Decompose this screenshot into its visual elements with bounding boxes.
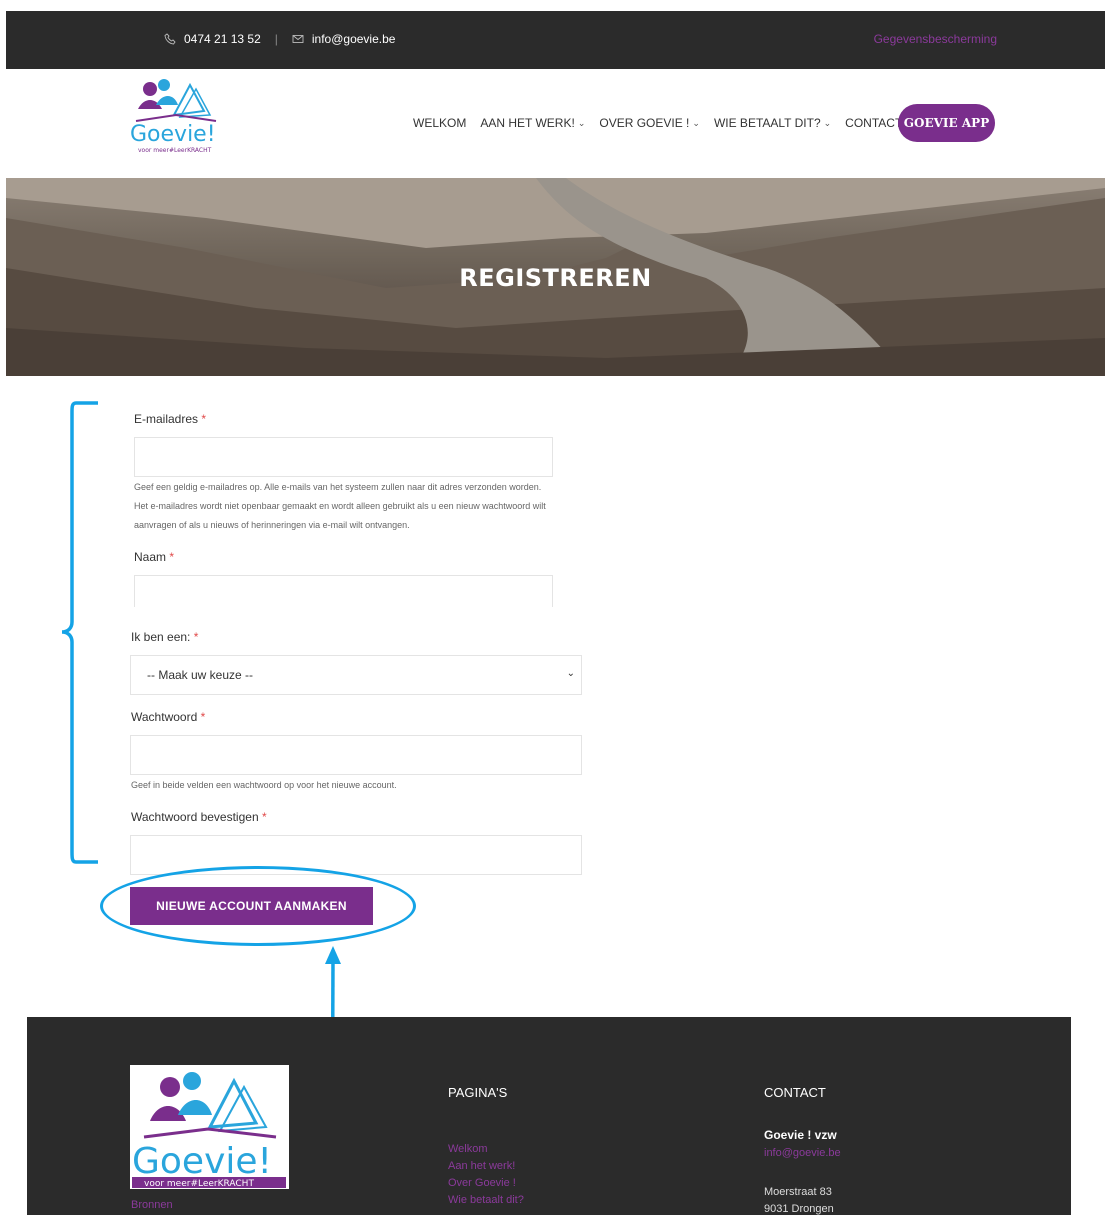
site-header: Goevie! voor meer#LeerKRACHT WELKOM AAN … [0, 69, 1105, 178]
email-label-text: E-mailadres [134, 412, 199, 426]
nav-welkom[interactable]: WELKOM [413, 116, 466, 130]
separator: | [274, 32, 278, 46]
required-mark: * [169, 550, 175, 564]
chevron-down-icon: ⌄ [692, 117, 700, 128]
email-link[interactable]: info@goevie.be [312, 32, 396, 46]
confirm-label-text: Wachtwoord bevestigen [131, 810, 259, 824]
required-mark: * [261, 810, 267, 824]
footer-link-welkom[interactable]: Welkom [448, 1141, 524, 1158]
nav-contact[interactable]: CONTACT [845, 116, 902, 130]
mail-icon [292, 35, 304, 43]
role-select[interactable]: -- Maak uw keuze -- ⌄ [130, 655, 582, 695]
goevie-logo[interactable]: Goevie! voor meer#LeerKRACHT [130, 75, 222, 155]
svg-text:Goevie!: Goevie! [130, 122, 216, 147]
password-label-text: Wachtwoord [131, 710, 198, 724]
role-selected-value: -- Maak uw keuze -- [147, 668, 254, 682]
address-line: Moerstraat 83 [764, 1186, 832, 1198]
required-mark: * [201, 412, 207, 426]
confirm-password-label: Wachtwoord bevestigen * [131, 810, 267, 824]
phone-icon [164, 33, 176, 45]
footer-pages-heading: PAGINA'S [448, 1085, 508, 1100]
chevron-down-icon: ⌄ [577, 117, 586, 128]
top-bar: 0474 21 13 52 | info@goevie.be Gegevensb… [6, 11, 1105, 69]
footer-pages-list: Welkom Aan het werk! Over Goevie ! Wie b… [448, 1141, 524, 1209]
site-footer: Goevie! voor meer#LeerKRACHT Bronnen PAG… [27, 1017, 1071, 1215]
nav-aan-het-werk[interactable]: AAN HET WERK! ⌄ [480, 116, 585, 130]
required-mark: * [200, 710, 206, 724]
email-help-text: Geef een geldig e-mailadres op. Alle e-m… [134, 482, 546, 530]
footer-link-wie-betaalt-dit[interactable]: Wie betaalt dit? [448, 1192, 524, 1209]
email-label: E-mailadres * [134, 412, 206, 426]
footer-logo[interactable]: Goevie! voor meer#LeerKRACHT [130, 1065, 289, 1189]
chevron-down-icon: ⌄ [823, 117, 832, 128]
nav-wie-betaalt-dit[interactable]: WIE BETAALT DIT? ⌄ [714, 116, 831, 130]
svg-text:Goevie!: Goevie! [132, 1141, 272, 1182]
nav-label: AAN HET WERK! [480, 116, 575, 130]
nav-over-goevie[interactable]: OVER GOEVIE ! ⌄ [599, 116, 700, 130]
org-address: Moerstraat 83 9031 Drongen [764, 1184, 834, 1215]
name-label: Naam * [134, 550, 174, 564]
role-label: Ik ben een: * [131, 630, 198, 644]
password-field[interactable] [130, 735, 582, 775]
role-label-text: Ik ben een: [131, 630, 191, 644]
goevie-logo: Goevie! voor meer#LeerKRACHT [132, 1072, 286, 1189]
org-email-link[interactable]: info@goevie.be [764, 1147, 841, 1159]
svg-text:voor meer#LeerKRACHT: voor meer#LeerKRACHT [144, 1179, 254, 1189]
email-field[interactable] [134, 437, 553, 477]
confirm-password-field[interactable] [130, 835, 582, 875]
nav-label: CONTACT [845, 116, 903, 130]
page-title: REGISTREREN [459, 264, 652, 292]
privacy-link[interactable]: Gegevensbescherming [874, 32, 997, 46]
nav-label: OVER GOEVIE ! [599, 116, 690, 130]
footer-link-aan-het-werk[interactable]: Aan het werk! [448, 1158, 524, 1175]
footer-contact-heading: CONTACT [764, 1085, 826, 1100]
goevie-app-button[interactable]: GOEVIE APP [898, 104, 995, 142]
topbar-contact: 0474 21 13 52 | info@goevie.be [164, 32, 395, 46]
nav-label: WELKOM [413, 116, 467, 130]
chevron-down-icon: ⌄ [566, 668, 575, 679]
footer-link-over-goevie[interactable]: Over Goevie ! [448, 1175, 524, 1192]
required-mark: * [193, 630, 199, 644]
create-account-button[interactable]: NIEUWE ACCOUNT AANMAKEN [130, 887, 373, 925]
bronnen-link[interactable]: Bronnen [131, 1199, 173, 1211]
svg-text:voor meer#LeerKRACHT: voor meer#LeerKRACHT [138, 147, 212, 154]
address-line: 9031 Drongen [764, 1203, 834, 1215]
main-nav: WELKOM AAN HET WERK! ⌄ OVER GOEVIE ! ⌄ W… [413, 116, 902, 130]
org-name: Goevie ! vzw [764, 1128, 837, 1142]
name-label-text: Naam [134, 550, 167, 564]
name-field[interactable] [134, 575, 553, 607]
nav-label: WIE BETAALT DIT? [713, 116, 821, 130]
password-help-text: Geef in beide velden een wachtwoord op v… [131, 780, 397, 790]
password-label: Wachtwoord * [131, 710, 205, 724]
phone-number[interactable]: 0474 21 13 52 [184, 32, 261, 46]
registration-form: E-mailadres * Geef een geldig e-mailadre… [0, 376, 1105, 1016]
hero-banner: REGISTREREN [6, 178, 1105, 376]
